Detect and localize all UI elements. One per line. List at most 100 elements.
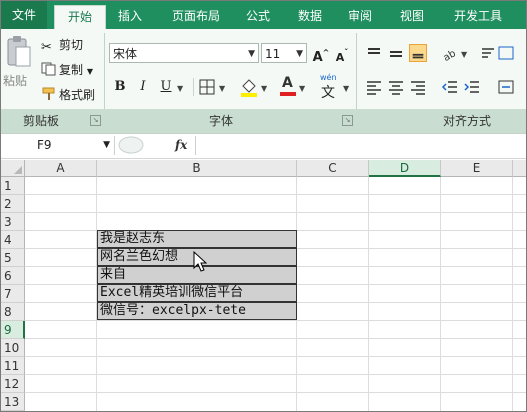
tab-review[interactable]: 审阅 (339, 5, 381, 29)
fill-color-dropdown-icon[interactable]: ▼ (261, 84, 267, 93)
format-painter-label: 格式刷 (59, 88, 96, 102)
row-header[interactable]: 12 (1, 375, 25, 393)
tab-view[interactable]: 视图 (391, 5, 433, 29)
column-header[interactable]: C (297, 160, 369, 177)
font-size-dropdown-icon: ▼ (296, 49, 303, 59)
font-group-label: 字体 (209, 114, 234, 128)
gridline (512, 177, 513, 411)
grow-font-button[interactable]: A^ (310, 42, 332, 65)
copy-button[interactable]: 复制 ▼ (41, 60, 93, 80)
tab-data[interactable]: 数据 (289, 5, 331, 29)
align-middle-icon[interactable] (387, 44, 405, 62)
scissors-icon: ✂ (41, 40, 52, 55)
tab-formulas[interactable]: 公式 (237, 5, 279, 29)
font-launcher-icon[interactable]: ↘ (342, 115, 353, 126)
decrease-indent-icon[interactable] (441, 78, 459, 96)
align-top-icon[interactable] (365, 44, 383, 62)
column-header[interactable]: E (441, 160, 513, 177)
phonetic-dropdown-icon[interactable]: ▼ (343, 84, 349, 93)
paste-button[interactable]: 粘贴 (3, 33, 33, 93)
name-box[interactable]: F9 ▼ (3, 136, 115, 155)
font-name-select[interactable]: 宋体 ▼ (109, 43, 259, 63)
cell-b7[interactable]: Excel精英培训微信平台 (97, 284, 297, 302)
alignment-group-label: 对齐方式 (443, 114, 492, 128)
clipboard-launcher-icon[interactable]: ↘ (90, 115, 101, 126)
row-header[interactable]: 9 (1, 321, 25, 339)
column-header[interactable]: B (97, 160, 297, 177)
shrink-font-icon: A (335, 51, 345, 64)
clipboard-group-label: 剪贴板 (23, 114, 60, 128)
format-painter-button[interactable]: 格式刷 (41, 85, 95, 105)
tab-file[interactable]: 文件 (1, 1, 47, 29)
font-color-dropdown-icon[interactable]: ▼ (299, 84, 305, 93)
row-header[interactable]: 13 (1, 393, 25, 411)
font-size-value: 11 (265, 47, 281, 61)
underline-button[interactable]: U (155, 76, 177, 98)
column-header[interactable]: A (25, 160, 97, 177)
column-header[interactable]: D (369, 160, 441, 177)
orientation-icon[interactable]: ab (441, 44, 459, 62)
row-header[interactable]: 5 (1, 249, 25, 267)
gridline (25, 356, 526, 357)
wrap-text-icon[interactable] (479, 44, 497, 62)
font-divider (193, 78, 194, 96)
fill-color-icon[interactable] (239, 77, 259, 97)
tab-developer[interactable]: 开发工具 (445, 5, 511, 29)
align-right-icon[interactable] (409, 78, 427, 96)
copy-dropdown-icon: ▼ (86, 67, 93, 76)
insert-function-button[interactable]: fx (175, 136, 187, 155)
cut-label: 剪切 (59, 38, 84, 52)
svg-text:ab: ab (442, 48, 458, 62)
formula-input[interactable] (195, 136, 526, 155)
cell-b4[interactable]: 我是赵志东 (97, 230, 297, 248)
row-header[interactable]: 7 (1, 285, 25, 303)
row-header[interactable]: 3 (1, 213, 25, 231)
excel-window: 文件 开始 插入 页面布局 公式 数据 审阅 视图 开发工具 粘贴 ✂ 剪切 复… (0, 0, 527, 412)
formula-bar: F9 ▼ fx (1, 134, 526, 159)
row-header[interactable]: 4 (1, 231, 25, 249)
font-color-button[interactable]: A (279, 75, 297, 97)
column-header[interactable] (513, 160, 526, 177)
ribbon-tab-bar: 文件 开始 插入 页面布局 公式 数据 审阅 视图 开发工具 (1, 1, 526, 31)
copy-icon (41, 62, 56, 76)
italic-button[interactable]: I (132, 76, 154, 98)
paste-icon (7, 36, 31, 67)
underline-dropdown-icon[interactable]: ▼ (177, 84, 183, 93)
shrink-font-button[interactable]: Aˇ (331, 42, 353, 64)
font-color-icon: A (282, 75, 293, 91)
gridline (368, 177, 369, 411)
gridline (25, 194, 526, 195)
wrap-text-more-icon[interactable] (497, 44, 515, 62)
row-header[interactable]: 11 (1, 357, 25, 375)
row-header[interactable]: 8 (1, 303, 25, 321)
phonetic-guide-button[interactable]: wén 文 (319, 73, 343, 101)
tab-insert[interactable]: 插入 (109, 5, 151, 29)
row-header[interactable]: 6 (1, 267, 25, 285)
orientation-dropdown-icon[interactable]: ▼ (461, 50, 467, 59)
row-header[interactable]: 1 (1, 177, 25, 195)
font-size-select[interactable]: 11 ▼ (261, 43, 307, 63)
borders-icon[interactable] (199, 79, 215, 95)
gridline (25, 392, 526, 393)
tab-home[interactable]: 开始 (54, 5, 106, 31)
align-bottom-icon[interactable] (409, 44, 427, 62)
align-left-icon[interactable] (365, 78, 383, 96)
name-box-value: F9 (37, 138, 52, 152)
phonetic-guide-icon: 文 (321, 85, 335, 101)
select-all-button[interactable] (1, 160, 25, 177)
tab-page-layout[interactable]: 页面布局 (161, 5, 231, 29)
bold-button[interactable]: B (109, 76, 131, 98)
formula-handle-icon[interactable] (117, 136, 147, 155)
gridline (25, 338, 526, 339)
merge-center-icon[interactable] (497, 78, 515, 96)
row-header[interactable]: 2 (1, 195, 25, 213)
cell-b8[interactable]: 微信号：excelpx-tete (97, 302, 297, 320)
format-painter-icon (42, 87, 55, 100)
name-box-dropdown-icon[interactable]: ▼ (103, 136, 110, 155)
font-name-value: 宋体 (113, 47, 138, 61)
row-header[interactable]: 10 (1, 339, 25, 357)
borders-dropdown-icon[interactable]: ▼ (219, 84, 225, 93)
increase-indent-icon[interactable] (463, 78, 481, 96)
align-center-icon[interactable] (387, 78, 405, 96)
cut-button[interactable]: ✂ 剪切 (41, 35, 83, 55)
